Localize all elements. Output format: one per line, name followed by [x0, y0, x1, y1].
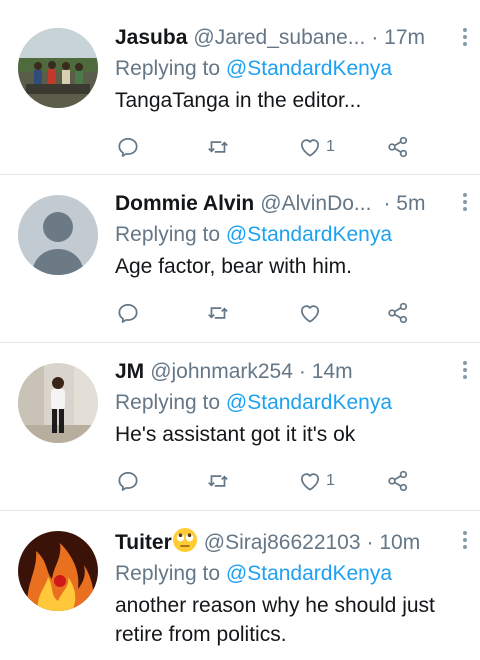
heart-icon: [301, 139, 319, 157]
more-vertical-icon[interactable]: [462, 531, 468, 552]
more-vertical-icon[interactable]: [462, 193, 468, 214]
tweet-actions: [115, 298, 415, 328]
tweet-item[interactable]: Dommie Alvin @AlvinDo... · 5m Replying t…: [0, 175, 480, 343]
tweet-item[interactable]: Jasuba @Jared_subane... · 17m Replying t…: [0, 0, 480, 175]
replying-prefix: Replying to: [115, 562, 226, 585]
display-name[interactable]: Dommie Alvin: [115, 190, 254, 218]
retweet-icon: [208, 475, 228, 487]
share-icon: [388, 136, 408, 158]
reply-button[interactable]: [115, 466, 141, 496]
more-vertical-icon[interactable]: [462, 361, 468, 382]
share-icon: [388, 302, 408, 324]
mention-link[interactable]: @StandardKenya: [226, 223, 392, 246]
timestamp[interactable]: · 10m: [367, 529, 421, 557]
avatar[interactable]: [18, 531, 98, 611]
like-button[interactable]: 1: [297, 466, 335, 496]
mention-link[interactable]: @StandardKenya: [226, 57, 392, 80]
like-count: 1: [326, 472, 335, 489]
avatar[interactable]: [18, 195, 98, 275]
avatar[interactable]: [18, 28, 98, 108]
reply-button[interactable]: [115, 132, 141, 162]
tweet-actions: 1: [115, 466, 415, 496]
retweet-icon: [208, 307, 228, 319]
user-handle[interactable]: @Jared_subane...: [193, 24, 365, 52]
tweet-text: TangaTanga in the editor...: [115, 89, 362, 112]
timestamp[interactable]: · 17m: [371, 24, 425, 52]
display-name-text: Tuiter: [115, 531, 172, 554]
replying-prefix: Replying to: [115, 57, 226, 80]
replying-prefix: Replying to: [115, 391, 226, 414]
replying-to: Replying to @StandardKenya: [115, 559, 466, 589]
share-icon: [388, 470, 408, 492]
retweet-button[interactable]: [205, 466, 231, 496]
display-name[interactable]: JM: [115, 358, 144, 386]
display-name[interactable]: Tuiter: [115, 527, 198, 557]
tweet-header: Dommie Alvin @AlvinDo... · 5m: [115, 190, 466, 218]
tweet-header: Jasuba @Jared_subane... · 17m: [115, 24, 466, 52]
replying-to: Replying to @StandardKenya: [115, 388, 466, 418]
timestamp[interactable]: · 14m: [299, 358, 353, 386]
replying-to: Replying to @StandardKenya: [115, 54, 466, 84]
tweet-text: He's assistant got it it's ok: [115, 423, 356, 446]
face-with-rolling-eyes-emoji: [172, 528, 197, 552]
retweet-button[interactable]: [205, 298, 231, 328]
like-count: 1: [326, 138, 335, 155]
tweet-item[interactable]: JM @johnmark254 · 14m Replying to @Stand…: [0, 343, 480, 511]
user-handle[interactable]: @johnmark254: [150, 358, 293, 386]
like-button[interactable]: 1: [297, 132, 335, 162]
display-name[interactable]: Jasuba: [115, 24, 187, 52]
replying-prefix: Replying to: [115, 223, 226, 246]
share-button[interactable]: [385, 466, 411, 496]
tweet-actions: 1: [115, 132, 415, 162]
retweet-icon: [208, 141, 228, 153]
tweet-header: JM @johnmark254 · 14m: [115, 358, 466, 386]
share-button[interactable]: [385, 132, 411, 162]
replying-to: Replying to @StandardKenya: [115, 220, 466, 250]
heart-icon: [301, 305, 319, 323]
reply-icon: [118, 138, 138, 157]
tweet-text: another reason why he should just retire…: [115, 594, 435, 646]
retweet-button[interactable]: [205, 132, 231, 162]
tweet-text: Age factor, bear with him.: [115, 255, 352, 278]
timestamp[interactable]: · 5m: [383, 190, 425, 218]
more-vertical-icon[interactable]: [462, 28, 468, 49]
share-button[interactable]: [385, 298, 411, 328]
heart-icon: [301, 473, 319, 491]
avatar[interactable]: [18, 363, 98, 443]
user-handle[interactable]: @AlvinDo...: [260, 190, 371, 218]
mention-link[interactable]: @StandardKenya: [226, 391, 392, 414]
reply-icon: [118, 472, 138, 491]
user-handle[interactable]: @Siraj86622103: [204, 529, 361, 557]
tweet-header: Tuiter @Siraj86622103 · 10m: [115, 527, 466, 557]
reply-icon: [118, 304, 138, 323]
reply-button[interactable]: [115, 298, 141, 328]
mention-link[interactable]: @StandardKenya: [226, 562, 392, 585]
like-button[interactable]: [297, 298, 326, 328]
tweet-item[interactable]: Tuiter @Siraj86622103 · 10m Replying to …: [0, 511, 480, 660]
